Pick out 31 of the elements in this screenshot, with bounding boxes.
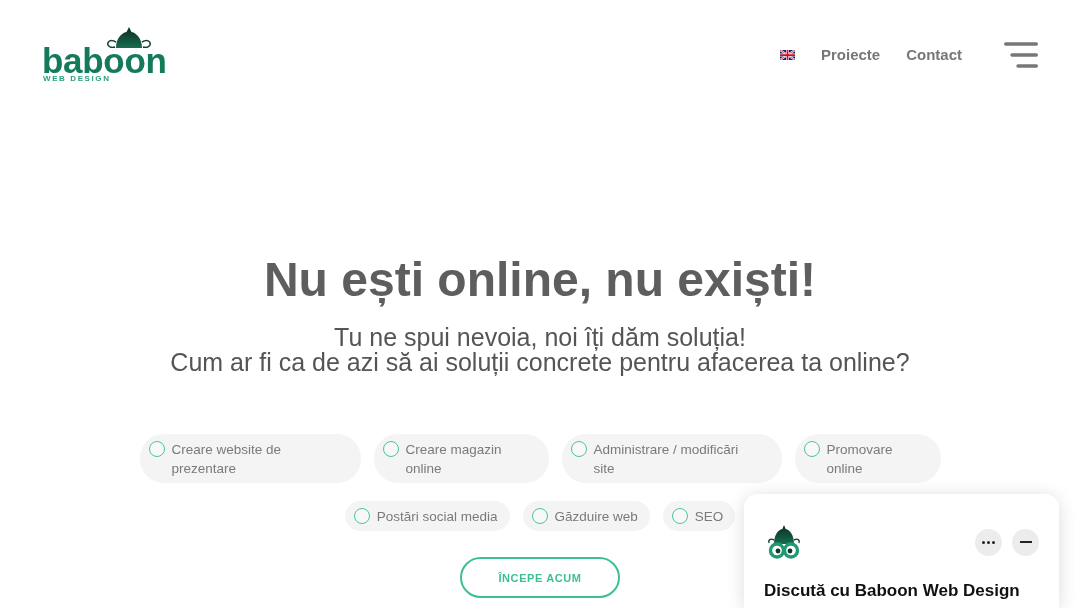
service-option[interactable]: Promovare online <box>794 434 941 483</box>
radio-button[interactable] <box>531 508 548 524</box>
monkey-head-icon <box>106 27 152 48</box>
service-option[interactable]: Creare magazin online <box>373 434 549 483</box>
ellipsis-icon <box>982 540 995 544</box>
radio-button[interactable] <box>382 441 399 457</box>
nav-link[interactable]: Contact <box>906 46 962 64</box>
minimize-icon <box>1019 541 1032 543</box>
chat-title: Discută cu Baboon Web Design <box>764 581 1021 601</box>
radio-button[interactable] <box>803 441 820 457</box>
flag-icon[interactable] <box>779 50 795 60</box>
more-options-button[interactable] <box>975 528 1002 556</box>
radio-button[interactable] <box>671 508 688 524</box>
radio-button[interactable] <box>148 441 165 457</box>
hero-subtitle: Tu ne spui nevoia, noi îți dăm soluția! <box>334 325 746 350</box>
hero-subtitle: Cum ar fi ca de azi să ai soluții concrete pentru afacerea ta online? <box>170 350 910 375</box>
menu-icon[interactable] <box>1004 42 1038 68</box>
logo-tagline: WEB DESIGN <box>43 74 111 83</box>
monkey-avatar-icon <box>767 525 801 559</box>
start-now-button[interactable]: ÎNCEPE ACUM <box>460 557 620 598</box>
service-option[interactable]: Creare website de prezentare <box>139 434 361 483</box>
service-option[interactable]: Găzduire web <box>522 501 650 531</box>
hero-title: Nu ești online, nu exiști! <box>263 252 817 307</box>
radio-button[interactable] <box>570 441 587 457</box>
logo-wordmark: baboon <box>42 48 167 74</box>
service-option[interactable]: Administrare / modificări site <box>561 434 782 483</box>
service-option[interactable]: SEO <box>662 501 736 531</box>
service-option[interactable]: Postări social media <box>344 501 510 531</box>
radio-button[interactable] <box>353 508 370 524</box>
minimize-button[interactable] <box>1012 528 1039 556</box>
nav-link[interactable]: Proiecte <box>820 46 881 64</box>
